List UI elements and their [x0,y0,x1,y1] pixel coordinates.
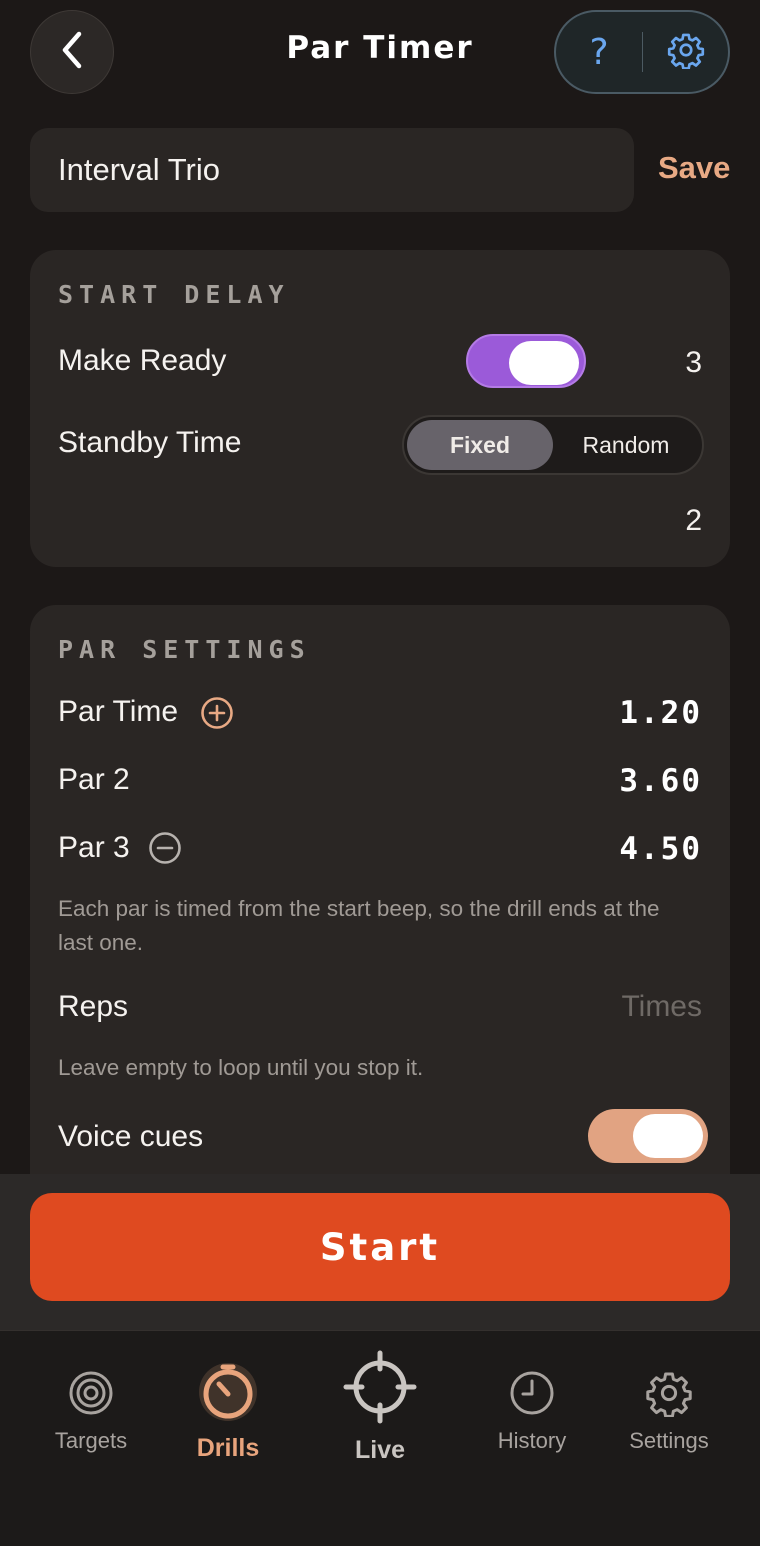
start-bar: Start [0,1174,760,1330]
gear-icon [645,1372,693,1421]
section-title: PAR SETTINGS [58,635,311,664]
timer-icon [197,1363,259,1427]
start-delay-card: START DELAY Make Ready 3 Standby Time Fi… [30,250,730,567]
drill-name-input[interactable]: Interval Trio [30,128,634,212]
tab-settings[interactable]: Settings [614,1369,724,1454]
tab-drills[interactable]: Drills [172,1361,284,1463]
make-ready-toggle[interactable] [466,334,586,388]
make-ready-value: 3 [685,346,702,379]
tab-label: Live [354,1436,406,1464]
standby-time-label: Standby Time [58,426,242,459]
segment-random[interactable]: Random [553,420,699,470]
reps-input[interactable]: Times [621,990,702,1024]
reps-label: Reps [58,990,129,1023]
help-button[interactable]: ? [556,32,642,73]
tab-label: History [497,1428,567,1453]
par-value[interactable]: 4.50 [619,831,702,867]
header-actions: ? [554,10,730,94]
tab-bar: Targets Drills Live History Settings [0,1330,760,1546]
par-label: Par 2 [58,763,130,796]
segment-fixed[interactable]: Fixed [407,420,553,470]
tab-label: Drills [196,1434,260,1462]
section-title: START DELAY [58,280,290,309]
make-ready-label: Make Ready [58,344,227,377]
tab-live[interactable]: Live [330,1349,430,1465]
reps-help-text: Leave empty to loop until you stop it. [58,1055,424,1080]
tab-label: Targets [54,1428,128,1453]
par-value[interactable]: 3.60 [619,763,702,799]
minus-circle-icon[interactable] [148,831,182,870]
plus-circle-icon[interactable] [200,696,234,735]
voice-cues-label: Voice cues [58,1120,204,1153]
tab-history[interactable]: History [480,1369,584,1454]
toggle-knob [633,1114,703,1158]
par-settings-card: PAR SETTINGS Par Time 1.20 Par 2 3.60 Pa… [30,605,730,1205]
par-help-text: Each par is timed from the start beep, s… [58,896,660,955]
par-label: Par 3 [58,831,130,864]
clock-icon [508,1371,556,1421]
standby-mode-segmented: Fixed Random [402,415,704,475]
par-label: Par Time [58,695,179,728]
start-button[interactable]: Start [30,1193,730,1301]
tab-targets[interactable]: Targets [36,1369,146,1454]
standby-time-value[interactable]: 2 [685,504,702,538]
gear-icon [667,31,705,74]
crosshair-icon [342,1350,418,1429]
header-settings-button[interactable] [643,31,728,74]
save-button[interactable]: Save [658,150,730,186]
voice-cues-toggle[interactable] [588,1109,708,1163]
tab-label: Settings [629,1428,709,1453]
target-icon [67,1371,115,1421]
par-value[interactable]: 1.20 [619,695,702,731]
toggle-knob [509,341,579,385]
